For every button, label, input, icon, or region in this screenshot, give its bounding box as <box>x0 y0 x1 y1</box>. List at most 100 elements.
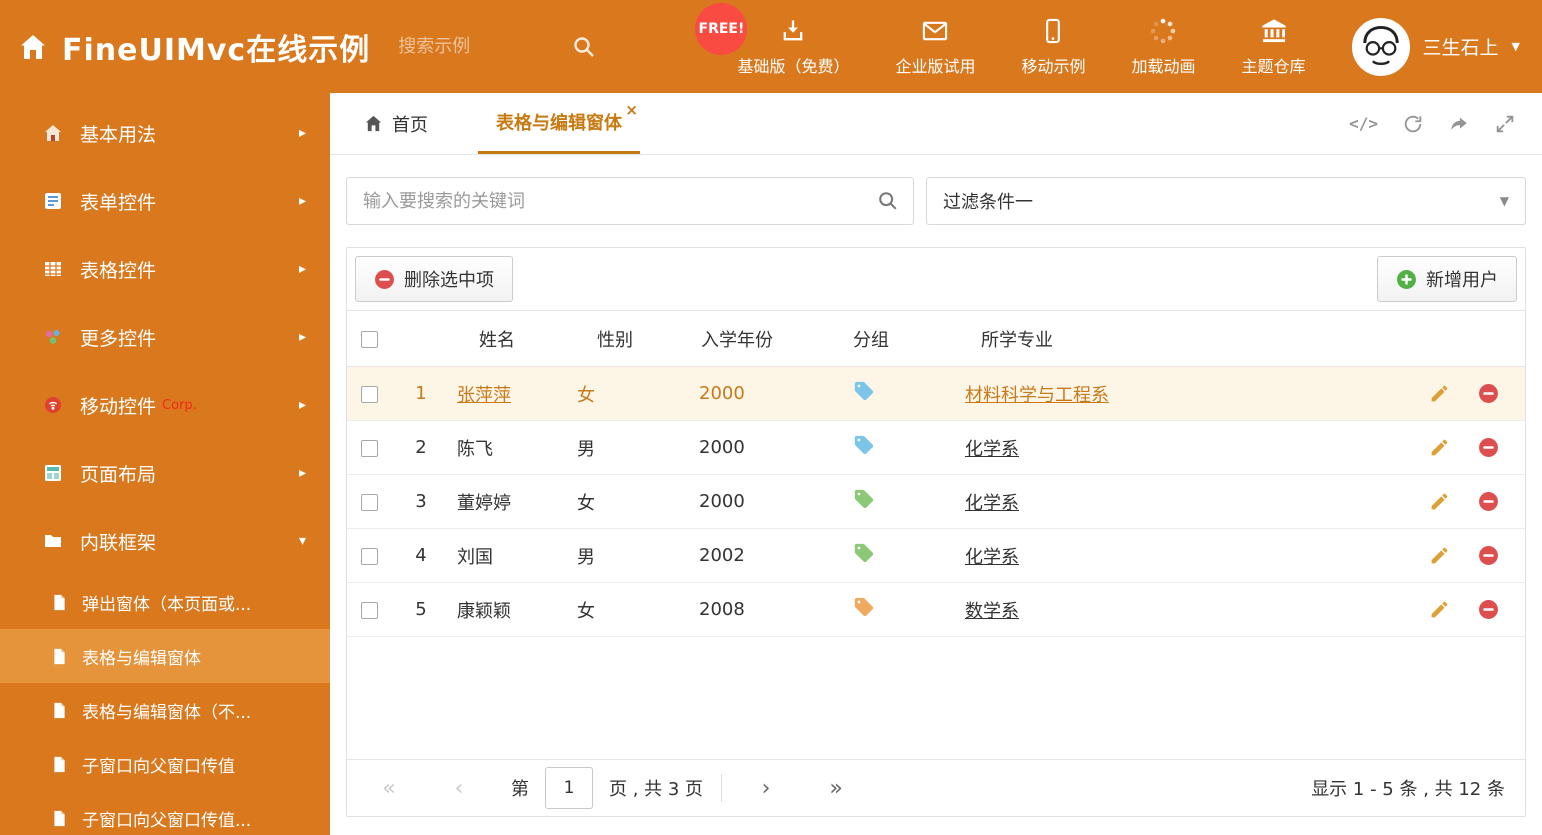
gender-cell: 女 <box>569 366 689 421</box>
sidebar-item-label: 表单控件 <box>80 191 157 214</box>
page-last-button[interactable]: » <box>814 776 858 801</box>
form-icon <box>40 191 66 211</box>
sidebar-subitem-label: 表格与编辑窗体（不... <box>82 702 252 723</box>
edit-icon[interactable] <box>1429 491 1450 512</box>
column-header-year[interactable]: 入学年份 <box>689 310 841 367</box>
sidebar-item-form-controls[interactable]: 表单控件 ▸ <box>0 167 330 235</box>
free-badge: FREE! <box>695 2 748 55</box>
table-row[interactable]: 2 陈飞 男 2000 化学系 <box>347 420 1525 475</box>
delete-row-icon[interactable] <box>1478 383 1499 404</box>
sidebar-item-page-layout[interactable]: 页面布局 ▸ <box>0 439 330 507</box>
keyword-search-input[interactable] <box>361 189 877 213</box>
avatar[interactable] <box>1351 17 1410 76</box>
sidebar-item-label: 基本用法 <box>80 123 157 146</box>
select-all-checkbox[interactable] <box>361 330 378 348</box>
home-icon <box>18 32 48 62</box>
major-link[interactable]: 化学系 <box>965 547 1019 568</box>
table-row[interactable]: 5 康颖颖 女 2008 数学系 <box>347 582 1525 637</box>
tag-icon <box>853 488 875 510</box>
grid-panel: 删除选中项 新增用户 姓名 性别 入学年份 分组 所学专业 1 张萍萍 女 20… <box>346 247 1526 817</box>
sidebar-subitem-popup-window[interactable]: 弹出窗体（本页面或... <box>0 575 330 629</box>
nav-item-theme-repository[interactable]: 主题仓库 <box>1240 17 1308 77</box>
edit-icon[interactable] <box>1429 599 1450 620</box>
table-row[interactable]: 3 董婷婷 女 2000 化学系 <box>347 474 1525 529</box>
sidebar-item-label: 更多控件 <box>80 327 157 350</box>
edit-icon[interactable] <box>1429 383 1450 404</box>
sidebar-subitem-label: 子窗口向父窗口传值... <box>82 810 252 831</box>
tab-home[interactable]: 首页 <box>360 93 432 154</box>
search-icon[interactable] <box>572 35 596 59</box>
column-header-group[interactable]: 分组 <box>841 310 957 367</box>
file-icon <box>48 702 70 719</box>
chevron-right-icon: ▸ <box>298 465 306 481</box>
download-icon <box>779 17 807 45</box>
page-number-input[interactable] <box>545 767 593 809</box>
delete-row-icon[interactable] <box>1478 545 1499 566</box>
header-search-input[interactable] <box>396 35 547 58</box>
edit-icon[interactable] <box>1429 545 1450 566</box>
sidebar-item-more-controls[interactable]: 更多控件 ▸ <box>0 303 330 371</box>
nav-item-basic-free[interactable]: FREE! 基础版（免费） <box>695 2 851 77</box>
row-checkbox[interactable] <box>361 493 378 511</box>
share-icon[interactable] <box>1448 113 1470 135</box>
sidebar-item-label: 表格控件 <box>80 259 157 282</box>
delete-row-icon[interactable] <box>1478 437 1499 458</box>
filter-dropdown[interactable]: 过滤条件一 ▼ <box>926 177 1526 225</box>
delete-row-icon[interactable] <box>1478 599 1499 620</box>
expand-icon[interactable] <box>1494 113 1516 135</box>
name-cell: 董婷婷 <box>457 492 511 514</box>
row-checkbox[interactable] <box>361 547 378 565</box>
name-link[interactable]: 张萍萍 <box>457 385 511 406</box>
sidebar-item-mobile-controls[interactable]: 移动控件 Corp. ▸ <box>0 371 330 439</box>
plus-circle-icon <box>1396 269 1417 290</box>
delete-row-icon[interactable] <box>1478 491 1499 512</box>
add-user-button[interactable]: 新增用户 <box>1377 256 1517 302</box>
brand[interactable]: FineUIMvc在线示例 <box>18 25 370 69</box>
source-code-icon[interactable]: </> <box>1349 114 1378 133</box>
major-link[interactable]: 数学系 <box>965 601 1019 622</box>
button-label: 删除选中项 <box>404 270 494 290</box>
app-header: FineUIMvc在线示例 FREE! 基础版（免费） 企业版试用 移动示例 <box>0 0 1542 93</box>
major-link[interactable]: 化学系 <box>965 439 1019 460</box>
column-header-gender[interactable]: 性别 <box>569 310 689 367</box>
sidebar-subitem-child-to-parent[interactable]: 子窗口向父窗口传值 <box>0 737 330 791</box>
refresh-icon[interactable] <box>1402 113 1424 135</box>
keyword-search-box <box>346 177 914 225</box>
page-next-button[interactable]: › <box>744 776 788 801</box>
file-icon <box>48 810 70 827</box>
chevron-right-icon: ▸ <box>298 329 306 345</box>
row-checkbox[interactable] <box>361 601 378 619</box>
header-search <box>396 35 596 59</box>
user-area[interactable]: 三生石上 ▼ <box>1351 17 1520 76</box>
column-header-major[interactable]: 所学专业 <box>957 310 1413 367</box>
row-checkbox[interactable] <box>361 385 378 403</box>
edit-icon[interactable] <box>1429 437 1450 458</box>
page-first-button[interactable]: « <box>367 776 411 801</box>
table-row[interactable]: 4 刘国 男 2002 化学系 <box>347 528 1525 583</box>
chevron-down-icon: ▾ <box>298 533 306 549</box>
tab-grid-edit-window[interactable]: 表格与编辑窗体 × <box>478 93 640 154</box>
major-link[interactable]: 化学系 <box>965 493 1019 514</box>
sidebar-item-grid-controls[interactable]: 表格控件 ▸ <box>0 235 330 303</box>
nav-item-loading-animations[interactable]: 加载动画 <box>1129 17 1197 77</box>
sidebar-subitem-child-to-parent-2[interactable]: 子窗口向父窗口传值... <box>0 791 330 835</box>
close-icon[interactable]: × <box>625 101 638 119</box>
divider <box>721 774 723 802</box>
sidebar-subitem-grid-edit-window[interactable]: 表格与编辑窗体 <box>0 629 330 683</box>
page-label-prefix: 第 <box>511 779 529 800</box>
major-link[interactable]: 材料科学与工程系 <box>965 385 1109 406</box>
row-number: 5 <box>393 582 449 637</box>
sidebar-subitem-grid-edit-window-2[interactable]: 表格与编辑窗体（不... <box>0 683 330 737</box>
column-header-name[interactable]: 姓名 <box>449 310 569 367</box>
page-prev-button[interactable]: ‹ <box>437 776 481 801</box>
delete-selected-button[interactable]: 删除选中项 <box>355 256 513 302</box>
sidebar-item-iframe[interactable]: 内联框架 ▾ <box>0 507 330 575</box>
search-icon[interactable] <box>877 190 899 212</box>
table-row[interactable]: 1 张萍萍 女 2000 材料科学与工程系 <box>347 366 1525 421</box>
row-checkbox[interactable] <box>361 439 378 457</box>
nav-item-enterprise-trial[interactable]: 企业版试用 <box>893 17 977 77</box>
sidebar-item-basic-usage[interactable]: 基本用法 ▸ <box>0 99 330 167</box>
header-nav: FREE! 基础版（免费） 企业版试用 移动示例 加载动画 主题仓库 <box>695 2 1308 77</box>
filter-selected-value: 过滤条件一 <box>943 192 1033 213</box>
nav-item-mobile-demo[interactable]: 移动示例 <box>1019 17 1087 77</box>
